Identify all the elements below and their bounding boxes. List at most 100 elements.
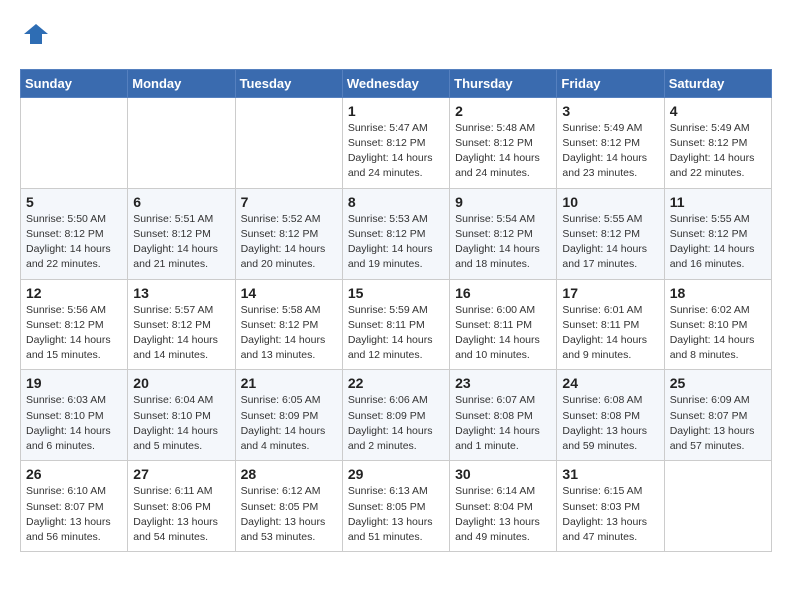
day-info: Sunrise: 5:50 AM Sunset: 8:12 PM Dayligh…: [26, 212, 122, 273]
calendar-cell: 22 Sunrise: 6:06 AM Sunset: 8:09 PM Dayli…: [342, 370, 449, 461]
day-info: Sunrise: 6:03 AM Sunset: 8:10 PM Dayligh…: [26, 393, 122, 454]
calendar-cell: 13Sunrise: 5:57 AM Sunset: 8:12 PM Dayli…: [128, 279, 235, 370]
weekday-header-tuesday: Tuesday: [235, 69, 342, 97]
day-number: 16: [455, 285, 551, 301]
day-info: Sunrise: 5:59 AM Sunset: 8:11 PM Dayligh…: [348, 303, 444, 364]
day-info: Sunrise: 6:08 AM Sunset: 8:08 PM Dayligh…: [562, 393, 658, 454]
calendar-cell: 1 Sunrise: 5:47 AM Sunset: 8:12 PM Daylig…: [342, 97, 449, 188]
weekday-header-row: SundayMondayTuesdayWednesdayThursdayFrid…: [21, 69, 772, 97]
weekday-header-wednesday: Wednesday: [342, 69, 449, 97]
calendar-cell: [235, 97, 342, 188]
day-number: 21: [241, 375, 337, 391]
calendar-cell: 30 Sunrise: 6:14 AM Sunset: 8:04 PM Dayli…: [450, 461, 557, 552]
day-number: 3: [562, 103, 658, 119]
day-info: Sunrise: 6:09 AM Sunset: 8:07 PM Dayligh…: [670, 393, 766, 454]
day-number: 8: [348, 194, 444, 210]
calendar-week-row: 12 Sunrise: 5:56 AM Sunset: 8:12 PM Dayli…: [21, 279, 772, 370]
logo-icon: [22, 20, 50, 48]
day-info: Sunrise: 6:13 AM Sunset: 8:05 PM Dayligh…: [348, 484, 444, 545]
day-info: Sunrise: 6:07 AM Sunset: 8:08 PM Dayligh…: [455, 393, 551, 454]
day-number: 24: [562, 375, 658, 391]
day-number: 19: [26, 375, 122, 391]
day-number: 28: [241, 466, 337, 482]
calendar-cell: 3 Sunrise: 5:49 AM Sunset: 8:12 PM Daylig…: [557, 97, 664, 188]
calendar-cell: [128, 97, 235, 188]
day-info: Sunrise: 5:58 AM Sunset: 8:12 PM Dayligh…: [241, 303, 337, 364]
day-info: Sunrise: 5:48 AM Sunset: 8:12 PM Dayligh…: [455, 121, 551, 182]
day-info: Sunrise: 5:54 AM Sunset: 8:12 PM Dayligh…: [455, 212, 551, 273]
day-number: 9: [455, 194, 551, 210]
calendar-week-row: 26 Sunrise: 6:10 AM Sunset: 8:07 PM Dayli…: [21, 461, 772, 552]
calendar-cell: 2 Sunrise: 5:48 AM Sunset: 8:12 PM Daylig…: [450, 97, 557, 188]
calendar-cell: 29 Sunrise: 6:13 AM Sunset: 8:05 PM Dayli…: [342, 461, 449, 552]
calendar-cell: 20Sunrise: 6:04 AM Sunset: 8:10 PM Dayli…: [128, 370, 235, 461]
day-number: 31: [562, 466, 658, 482]
day-number: 29: [348, 466, 444, 482]
calendar-cell: 9 Sunrise: 5:54 AM Sunset: 8:12 PM Daylig…: [450, 188, 557, 279]
day-info: Sunrise: 5:55 AM Sunset: 8:12 PM Dayligh…: [670, 212, 766, 273]
weekday-header-monday: Monday: [128, 69, 235, 97]
weekday-header-saturday: Saturday: [664, 69, 771, 97]
day-info: Sunrise: 6:06 AM Sunset: 8:09 PM Dayligh…: [348, 393, 444, 454]
day-number: 14: [241, 285, 337, 301]
day-info: Sunrise: 5:52 AM Sunset: 8:12 PM Dayligh…: [241, 212, 337, 273]
calendar-cell: 10 Sunrise: 5:55 AM Sunset: 8:12 PM Dayli…: [557, 188, 664, 279]
day-info: Sunrise: 5:53 AM Sunset: 8:12 PM Dayligh…: [348, 212, 444, 273]
day-info: Sunrise: 6:00 AM Sunset: 8:11 PM Dayligh…: [455, 303, 551, 364]
day-number: 2: [455, 103, 551, 119]
day-number: 13: [133, 285, 229, 301]
day-number: 6: [133, 194, 229, 210]
day-number: 10: [562, 194, 658, 210]
day-number: 23: [455, 375, 551, 391]
calendar-cell: 4Sunrise: 5:49 AM Sunset: 8:12 PM Daylig…: [664, 97, 771, 188]
day-info: Sunrise: 5:51 AM Sunset: 8:12 PM Dayligh…: [133, 212, 229, 273]
day-info: Sunrise: 5:49 AM Sunset: 8:12 PM Dayligh…: [562, 121, 658, 182]
day-number: 5: [26, 194, 122, 210]
calendar-cell: 17Sunrise: 6:01 AM Sunset: 8:11 PM Dayli…: [557, 279, 664, 370]
calendar-cell: 12 Sunrise: 5:56 AM Sunset: 8:12 PM Dayli…: [21, 279, 128, 370]
day-info: Sunrise: 5:56 AM Sunset: 8:12 PM Dayligh…: [26, 303, 122, 364]
day-number: 15: [348, 285, 444, 301]
day-number: 30: [455, 466, 551, 482]
calendar-cell: 18 Sunrise: 6:02 AM Sunset: 8:10 PM Dayli…: [664, 279, 771, 370]
calendar-cell: 8 Sunrise: 5:53 AM Sunset: 8:12 PM Daylig…: [342, 188, 449, 279]
page-header: [20, 20, 772, 53]
day-info: Sunrise: 6:11 AM Sunset: 8:06 PM Dayligh…: [133, 484, 229, 545]
day-info: Sunrise: 6:05 AM Sunset: 8:09 PM Dayligh…: [241, 393, 337, 454]
day-number: 26: [26, 466, 122, 482]
day-info: Sunrise: 6:10 AM Sunset: 8:07 PM Dayligh…: [26, 484, 122, 545]
calendar-cell: 21 Sunrise: 6:05 AM Sunset: 8:09 PM Dayli…: [235, 370, 342, 461]
day-info: Sunrise: 6:04 AM Sunset: 8:10 PM Dayligh…: [133, 393, 229, 454]
day-number: 12: [26, 285, 122, 301]
day-info: Sunrise: 5:49 AM Sunset: 8:12 PM Dayligh…: [670, 121, 766, 182]
calendar-cell: [664, 461, 771, 552]
calendar-week-row: 5 Sunrise: 5:50 AM Sunset: 8:12 PM Daylig…: [21, 188, 772, 279]
day-info: Sunrise: 6:12 AM Sunset: 8:05 PM Dayligh…: [241, 484, 337, 545]
day-number: 22: [348, 375, 444, 391]
logo: [20, 20, 50, 53]
weekday-header-friday: Friday: [557, 69, 664, 97]
day-info: Sunrise: 6:02 AM Sunset: 8:10 PM Dayligh…: [670, 303, 766, 364]
calendar-cell: 24 Sunrise: 6:08 AM Sunset: 8:08 PM Dayli…: [557, 370, 664, 461]
calendar-cell: 5 Sunrise: 5:50 AM Sunset: 8:12 PM Daylig…: [21, 188, 128, 279]
day-number: 27: [133, 466, 229, 482]
calendar-cell: 11 Sunrise: 5:55 AM Sunset: 8:12 PM Dayli…: [664, 188, 771, 279]
calendar-cell: 23 Sunrise: 6:07 AM Sunset: 8:08 PM Dayli…: [450, 370, 557, 461]
day-number: 25: [670, 375, 766, 391]
day-info: Sunrise: 6:15 AM Sunset: 8:03 PM Dayligh…: [562, 484, 658, 545]
day-info: Sunrise: 5:55 AM Sunset: 8:12 PM Dayligh…: [562, 212, 658, 273]
day-number: 11: [670, 194, 766, 210]
calendar-cell: [21, 97, 128, 188]
day-number: 1: [348, 103, 444, 119]
calendar-cell: 6 Sunrise: 5:51 AM Sunset: 8:12 PM Daylig…: [128, 188, 235, 279]
calendar-table: SundayMondayTuesdayWednesdayThursdayFrid…: [20, 69, 772, 552]
day-number: 17: [562, 285, 658, 301]
calendar-week-row: 1 Sunrise: 5:47 AM Sunset: 8:12 PM Daylig…: [21, 97, 772, 188]
calendar-week-row: 19 Sunrise: 6:03 AM Sunset: 8:10 PM Dayli…: [21, 370, 772, 461]
calendar-cell: 25 Sunrise: 6:09 AM Sunset: 8:07 PM Dayli…: [664, 370, 771, 461]
day-info: Sunrise: 6:14 AM Sunset: 8:04 PM Dayligh…: [455, 484, 551, 545]
calendar-cell: 14 Sunrise: 5:58 AM Sunset: 8:12 PM Dayli…: [235, 279, 342, 370]
day-number: 18: [670, 285, 766, 301]
calendar-cell: 26 Sunrise: 6:10 AM Sunset: 8:07 PM Dayli…: [21, 461, 128, 552]
day-info: Sunrise: 5:47 AM Sunset: 8:12 PM Dayligh…: [348, 121, 444, 182]
